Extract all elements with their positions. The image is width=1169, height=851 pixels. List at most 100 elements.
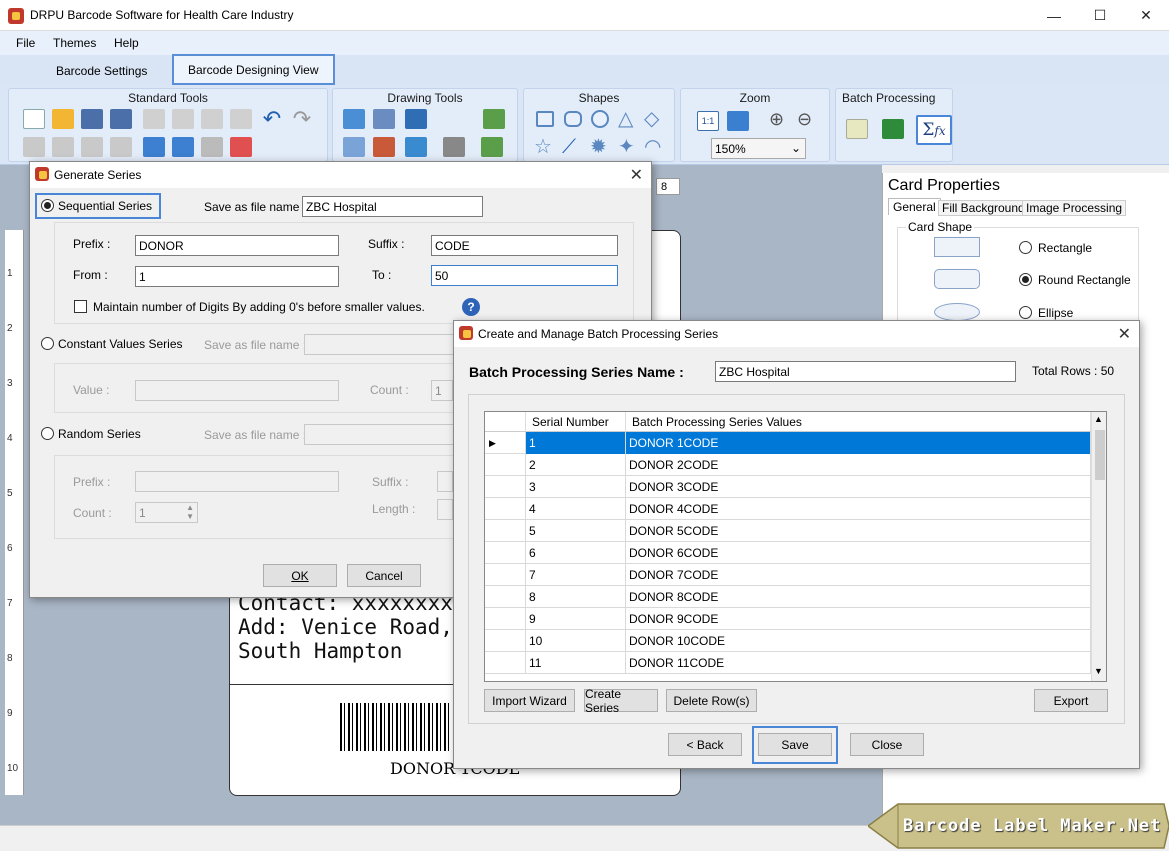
cut-icon[interactable] <box>201 109 223 129</box>
lock-icon[interactable] <box>81 137 103 157</box>
round-rectangle-shape-icon[interactable] <box>564 111 582 127</box>
create-series-button[interactable]: Create Series <box>584 687 658 715</box>
delete-icon[interactable] <box>230 109 252 129</box>
image-icon[interactable] <box>405 109 427 129</box>
fit-to-window-icon[interactable] <box>727 111 749 131</box>
row-header[interactable] <box>485 564 526 586</box>
watermark-icon[interactable] <box>405 137 427 157</box>
scroll-down-icon[interactable]: ▼ <box>1094 666 1103 676</box>
table-row[interactable]: 9 DONOR 9CODE <box>485 608 1091 630</box>
send-back-icon[interactable] <box>52 137 74 157</box>
serial-number-cell[interactable]: 8 <box>526 586 626 608</box>
save-as-input[interactable]: ZBC Hospital <box>302 196 483 217</box>
table-row[interactable]: 2 DONOR 2CODE <box>485 454 1091 476</box>
row-header[interactable] <box>485 586 526 608</box>
redo-icon[interactable]: ↷ <box>291 108 313 130</box>
serial-number-cell[interactable]: 1 <box>526 432 626 454</box>
zoom-out-icon[interactable]: ⊖ <box>797 109 819 129</box>
serial-number-cell[interactable]: 4 <box>526 498 626 520</box>
table-row[interactable]: 7 DONOR 7CODE <box>485 564 1091 586</box>
help-icon[interactable]: ? <box>462 298 480 316</box>
series-value-cell[interactable]: DONOR 11CODE <box>626 652 1091 674</box>
series-value-cell[interactable]: DONOR 10CODE <box>626 630 1091 652</box>
table-row[interactable]: 5 DONOR 5CODE <box>485 520 1091 542</box>
new-icon[interactable] <box>23 109 45 129</box>
series-value-cell[interactable]: DONOR 9CODE <box>626 608 1091 630</box>
text-tool-icon[interactable] <box>343 109 365 129</box>
delete-rows-button[interactable]: Delete Row(s) <box>666 689 757 712</box>
barcode-image[interactable] <box>340 703 450 751</box>
line-shape-icon[interactable]: ⟋ <box>562 137 584 157</box>
serial-number-cell[interactable]: 5 <box>526 520 626 542</box>
constant-series-radio[interactable] <box>41 337 54 350</box>
to-input[interactable]: 50 <box>431 265 618 286</box>
serial-number-cell[interactable]: 11 <box>526 652 626 674</box>
row-header[interactable] <box>485 542 526 564</box>
series-value-cell[interactable]: DONOR 6CODE <box>626 542 1091 564</box>
tab-barcode-designing-view[interactable]: Barcode Designing View <box>172 54 335 85</box>
value-input[interactable] <box>135 380 339 401</box>
row-header[interactable] <box>485 652 526 674</box>
random-count-stepper[interactable]: 1 ▲ ▼ <box>135 502 198 523</box>
batch-edit-icon[interactable] <box>846 119 868 139</box>
rectangle-radio[interactable] <box>1019 241 1032 254</box>
export-button[interactable]: Export <box>1034 689 1108 712</box>
unlock-icon[interactable] <box>110 137 132 157</box>
print-preview-icon[interactable] <box>172 137 194 157</box>
table-row[interactable]: 10 DONOR 10CODE <box>485 630 1091 652</box>
save-button[interactable]: Save <box>758 733 832 756</box>
row-header[interactable]: ▶ <box>485 432 526 454</box>
series-value-cell[interactable]: DONOR 1CODE <box>626 432 1091 454</box>
close-icon[interactable]: ✕ <box>1123 0 1169 31</box>
print-icon[interactable] <box>201 137 223 157</box>
sequential-series-radio[interactable] <box>41 199 54 212</box>
actual-size-icon[interactable]: 1:1 <box>697 111 719 131</box>
random-series-radio[interactable] <box>41 427 54 440</box>
column-header[interactable]: Serial Number <box>526 412 626 432</box>
serial-number-cell[interactable]: 7 <box>526 564 626 586</box>
random-prefix-input[interactable] <box>135 471 339 492</box>
maximize-icon[interactable]: ☐ <box>1077 0 1123 31</box>
table-row[interactable]: ▶ 1 DONOR 1CODE <box>485 432 1091 454</box>
series-value-cell[interactable]: DONOR 8CODE <box>626 586 1091 608</box>
zoom-in-icon[interactable]: ⊕ <box>769 109 791 129</box>
vertical-scrollbar[interactable]: ▲ ▼ <box>1091 412 1106 681</box>
constant-save-as-input[interactable] <box>304 334 464 355</box>
star4-shape-icon[interactable]: ✦ <box>618 137 640 157</box>
burst-shape-icon[interactable]: ✹ <box>590 137 612 157</box>
zoom-select[interactable]: 150% ⌄ <box>711 138 806 159</box>
stepper-arrows-icon[interactable]: ▲ ▼ <box>186 503 194 521</box>
tab-image-processing[interactable]: Image Processing <box>1022 200 1127 216</box>
menu-themes[interactable]: Themes <box>53 36 96 50</box>
card-address-line1[interactable]: Add: Venice Road, <box>238 615 453 639</box>
arc-shape-icon[interactable]: ◠ <box>644 137 666 157</box>
row-header[interactable] <box>485 520 526 542</box>
random-suffix-input[interactable] <box>437 471 453 492</box>
table-row[interactable]: 11 DONOR 11CODE <box>485 652 1091 674</box>
ellipse-shape-icon[interactable] <box>591 110 609 128</box>
scroll-up-icon[interactable]: ▲ <box>1094 414 1103 424</box>
serial-number-cell[interactable]: 10 <box>526 630 626 652</box>
row-header[interactable] <box>485 630 526 652</box>
minimize-icon[interactable]: — <box>1031 0 1077 31</box>
serial-number-cell[interactable]: 2 <box>526 454 626 476</box>
tab-general[interactable]: General <box>888 198 941 215</box>
serial-number-cell[interactable]: 9 <box>526 608 626 630</box>
back-button[interactable]: < Back <box>668 733 742 756</box>
close-button[interactable]: Close <box>850 733 924 756</box>
menu-file[interactable]: File <box>16 36 35 50</box>
export-icon[interactable] <box>230 137 252 157</box>
random-save-as-input[interactable] <box>304 424 464 445</box>
ellipse-radio[interactable] <box>1019 306 1032 319</box>
series-name-input[interactable]: ZBC Hospital <box>715 361 1016 382</box>
open-icon[interactable] <box>52 109 74 129</box>
save-as-icon[interactable] <box>110 109 132 129</box>
row-header[interactable] <box>485 608 526 630</box>
align-icon[interactable] <box>443 137 465 157</box>
table-row[interactable]: 8 DONOR 8CODE <box>485 586 1091 608</box>
series-value-cell[interactable]: DONOR 2CODE <box>626 454 1091 476</box>
library-icon[interactable] <box>373 137 395 157</box>
column-header[interactable]: Batch Processing Series Values <box>626 412 1091 432</box>
copy-icon[interactable] <box>143 109 165 129</box>
bring-front-icon[interactable] <box>23 137 45 157</box>
